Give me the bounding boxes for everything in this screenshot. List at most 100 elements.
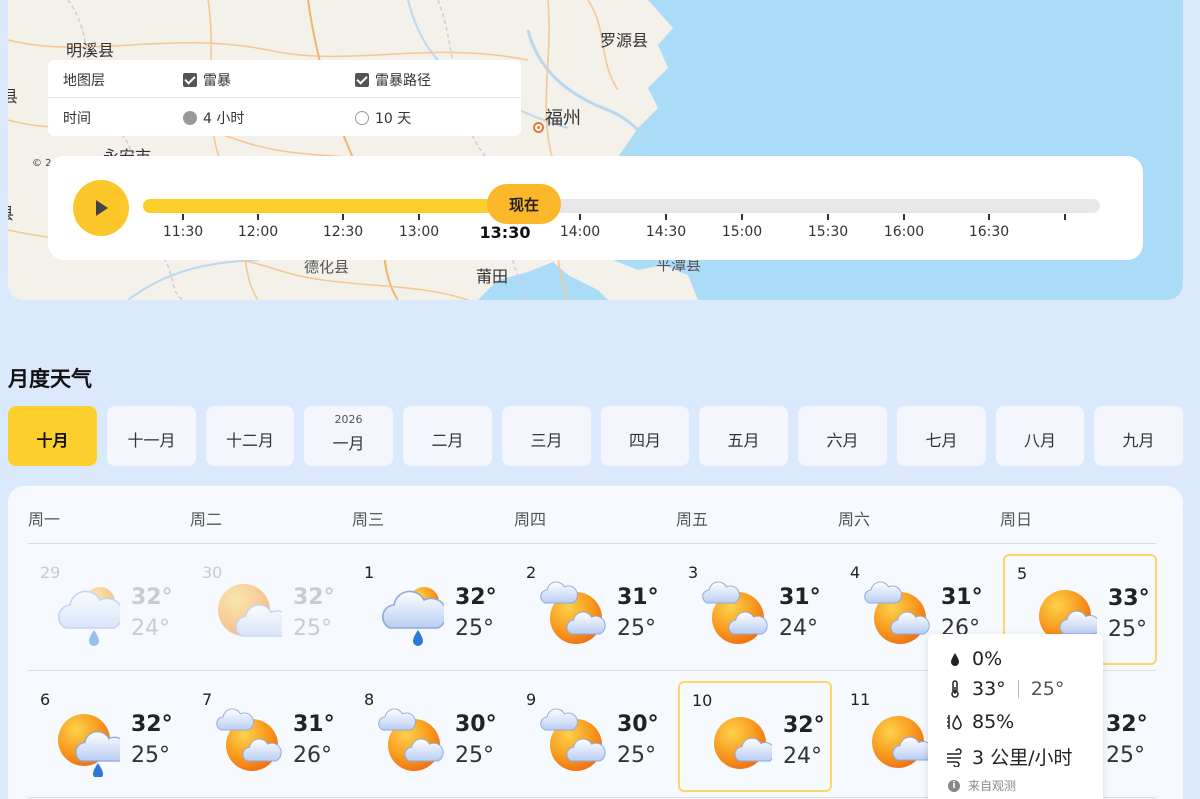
thunderstorm-label: 雷暴	[203, 73, 231, 89]
timeline-tick-label[interactable]: 11:30	[163, 224, 203, 240]
timeline-tick	[182, 214, 184, 220]
low-temp: 25°	[455, 616, 494, 641]
day-cell[interactable]: 8 30° 25°	[352, 682, 506, 793]
storm-path-checkbox[interactable]: 雷暴路径	[355, 70, 431, 90]
temp-separator	[1017, 680, 1019, 698]
timeline-tick-label[interactable]: 12:00	[238, 224, 278, 240]
weekday-label: 周六	[838, 510, 871, 529]
day-cell[interactable]: 30 32° 25°	[190, 555, 344, 666]
month-tab-label: 六月	[826, 431, 859, 450]
high-temp: 30°	[455, 712, 497, 737]
sun-clouds-icon	[864, 581, 930, 644]
thunderstorm-checkbox[interactable]: 雷暴	[183, 70, 231, 90]
timeline-tick-label[interactable]: 13:30	[480, 223, 531, 242]
month-tab[interactable]: 三月	[502, 406, 591, 466]
day-cell[interactable]: 9 30° 25°	[514, 682, 668, 793]
day-number: 8	[364, 690, 375, 709]
month-tab-label: 九月	[1122, 431, 1155, 450]
month-tab[interactable]: 二月	[403, 406, 492, 466]
month-tab-label: 四月	[628, 431, 661, 450]
timeline-tick-label[interactable]: 14:30	[646, 224, 686, 240]
precip-row: 0%	[946, 648, 1002, 670]
month-tab[interactable]: 十月	[8, 406, 97, 466]
high-temp: 31°	[617, 585, 659, 610]
checkbox-checked-icon[interactable]	[183, 73, 197, 87]
month-tab[interactable]: 四月	[601, 406, 689, 466]
low-temp: 25°	[617, 743, 656, 768]
weekday-label: 周一	[28, 510, 61, 529]
precip-value: 0%	[972, 648, 1003, 670]
humidity-row: 85%	[946, 711, 1014, 733]
weekday-label: 周日	[1000, 510, 1033, 529]
low-temp: 25°	[1106, 743, 1145, 768]
temp-row: 33° 25°	[946, 678, 1064, 700]
timeline-tick-label[interactable]: 15:30	[808, 224, 848, 240]
month-tab-label: 七月	[925, 431, 958, 450]
timeline-tick-label[interactable]: 14:00	[560, 224, 600, 240]
day-cell[interactable]: 3 31° 24°	[676, 555, 830, 666]
map-label-luoyuan: 罗源县	[600, 31, 649, 50]
day-cell[interactable]: 29 32° 24°	[28, 555, 182, 666]
day-cell[interactable]: 10 32° 24°	[678, 681, 832, 792]
checkbox-checked-icon[interactable]	[355, 73, 369, 87]
radio-unselected-icon[interactable]	[355, 111, 369, 125]
map-label-county-edge: 县	[8, 87, 19, 106]
high-temp: 32°	[1106, 712, 1148, 737]
low-temp: 25°	[455, 743, 494, 768]
timeline-tick	[342, 214, 344, 220]
radar-map[interactable]: 明溪县 罗源县 福州 永安市 德化县 莆田 平潭县 县 县 © 2 地图层 雷暴…	[8, 0, 1183, 300]
timeline-tick-label[interactable]: 13:00	[399, 224, 439, 240]
weekday-label: 周五	[676, 510, 709, 529]
timeline-tick-label[interactable]: 16:00	[884, 224, 924, 240]
timeline-tick	[665, 214, 667, 220]
cloud-sun-icon	[218, 584, 282, 637]
time-label: 时间	[63, 111, 91, 127]
wind-icon	[947, 747, 962, 767]
map-label-fuzhou: 福州	[545, 108, 581, 129]
low-temp: 26°	[293, 743, 332, 768]
month-tab-label: 五月	[727, 431, 760, 450]
weekday-label: 周三	[352, 510, 385, 529]
range-10d-label: 10 天	[375, 111, 412, 127]
range-4h-radio[interactable]: 4 小时	[183, 108, 244, 128]
timeline-tick-label[interactable]: 16:30	[969, 224, 1009, 240]
month-tab[interactable]: 五月	[699, 406, 788, 466]
timeline-tick-label[interactable]: 15:00	[722, 224, 762, 240]
city-marker-fuzhou[interactable]	[533, 122, 544, 133]
day-cell[interactable]: 7 31° 26°	[190, 682, 344, 793]
month-tab[interactable]: 十二月	[206, 406, 294, 466]
source-label: 来自观测	[968, 779, 1017, 793]
month-tab[interactable]: 六月	[798, 406, 887, 466]
radar-timeline: 11:30 12:00 12:30 13:00 13:30 14:00 14:30 15:00…	[48, 156, 1143, 260]
high-temp: 32°	[783, 713, 825, 738]
high-temp: 32°	[131, 585, 173, 610]
now-button[interactable]: 现在	[487, 184, 561, 224]
map-label-putian: 莆田	[476, 267, 509, 286]
timeline-tick	[827, 214, 829, 220]
sun-clouds-icon	[216, 708, 282, 771]
day-cell[interactable]: 1 32° 25°	[352, 555, 506, 666]
range-10d-radio[interactable]: 10 天	[355, 108, 411, 128]
month-tab-label: 十二月	[225, 431, 274, 450]
month-tab[interactable]: 八月	[996, 406, 1084, 466]
day-cell[interactable]: 2 31° 25°	[514, 555, 668, 666]
day-number: 3	[688, 563, 699, 582]
timeline-tick-label[interactable]: 12:30	[323, 224, 363, 240]
timeline-track[interactable]	[143, 199, 1100, 213]
month-tab[interactable]: 2026 一月	[304, 406, 393, 466]
month-tab-label: 十月	[36, 431, 69, 450]
month-tab[interactable]: 七月	[897, 406, 986, 466]
rain-sun-icon	[381, 587, 444, 646]
high-temp: 31°	[779, 585, 821, 610]
sun-cloud-icon	[872, 716, 930, 768]
storm-path-label: 雷暴路径	[375, 73, 431, 89]
month-tab[interactable]: 十一月	[107, 406, 196, 466]
day-number: 2	[526, 563, 537, 582]
sun-clouds-icon	[540, 708, 606, 771]
radio-selected-icon[interactable]	[183, 111, 197, 125]
month-tab[interactable]: 九月	[1094, 406, 1183, 466]
play-button[interactable]	[73, 180, 129, 236]
weekday-label: 周二	[190, 510, 223, 529]
day-cell[interactable]: 6 32° 25°	[28, 682, 182, 793]
tooltip-high: 33°	[972, 678, 1006, 700]
